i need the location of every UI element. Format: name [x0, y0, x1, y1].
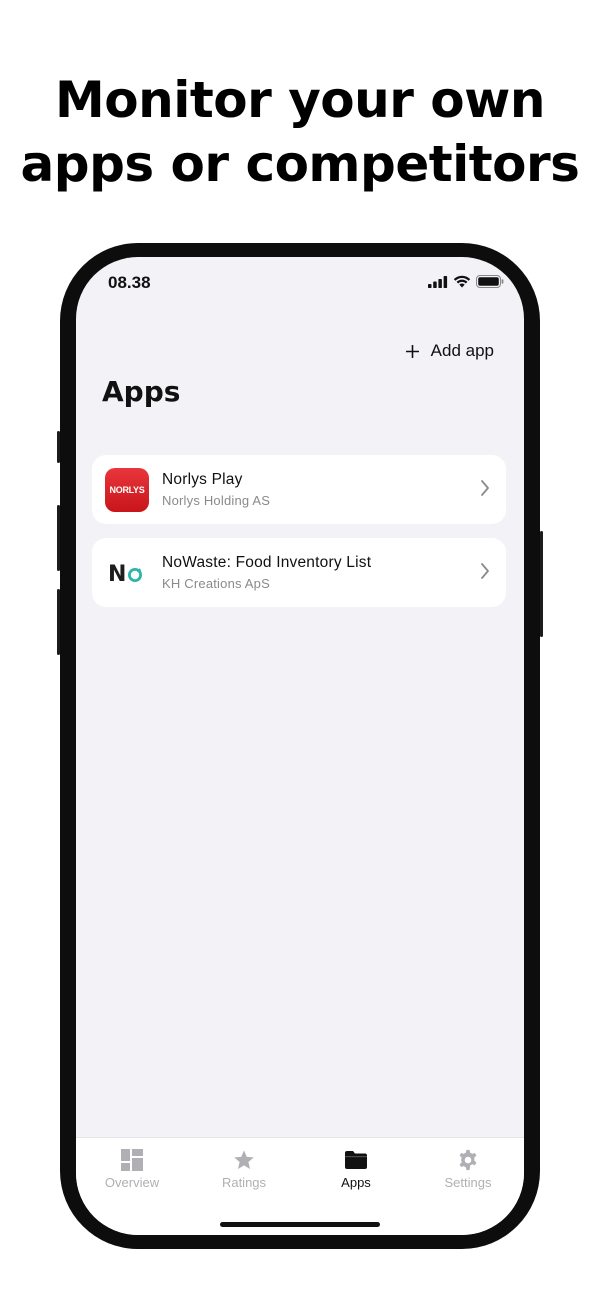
- app-name: Norlys Play: [162, 471, 243, 488]
- tab-bar: Overview Ratings Apps Settings: [76, 1137, 524, 1235]
- headline-line-2: apps or competitors: [20, 135, 580, 193]
- app-list: NORLYS Norlys Play Norlys Holding AS N N…: [92, 455, 506, 621]
- add-app-button[interactable]: Add app: [405, 341, 494, 361]
- phone-frame: 08.38 Add app Apps NORLYS Norlys Play No…: [57, 243, 543, 1249]
- folder-icon: [345, 1151, 367, 1169]
- home-indicator: [220, 1222, 380, 1227]
- page-title: Apps: [102, 375, 181, 408]
- tab-label: Settings: [444, 1175, 492, 1190]
- norlys-icon-text: NORLYS: [109, 484, 145, 495]
- tab-apps[interactable]: Apps: [300, 1148, 412, 1190]
- silent-switch: [57, 431, 60, 463]
- status-bar: 08.38: [76, 257, 524, 317]
- app-name: NoWaste: Food Inventory List: [162, 554, 372, 571]
- app-developer: Norlys Holding AS: [162, 493, 271, 508]
- dashboard-icon: [121, 1149, 143, 1171]
- power-button: [540, 531, 543, 637]
- tab-settings[interactable]: Settings: [412, 1148, 524, 1190]
- app-row-nowaste[interactable]: N NoWaste: Food Inventory List KH Creati…: [92, 538, 506, 607]
- nowaste-app-icon: N: [105, 550, 149, 595]
- add-app-label: Add app: [430, 341, 494, 360]
- tab-overview[interactable]: Overview: [76, 1148, 188, 1190]
- tab-label: Apps: [341, 1175, 371, 1190]
- app-developer: KH Creations ApS: [162, 576, 270, 591]
- app-row-norlys-play[interactable]: NORLYS Norlys Play Norlys Holding AS: [92, 455, 506, 524]
- star-icon: [234, 1150, 254, 1169]
- app-info: NoWaste: Food Inventory List KH Creation…: [162, 554, 506, 591]
- tab-ratings[interactable]: Ratings: [188, 1148, 300, 1190]
- battery-icon: [476, 275, 504, 288]
- gear-icon: [459, 1149, 477, 1171]
- volume-down-button: [57, 589, 60, 655]
- plus-icon: [405, 344, 419, 358]
- status-icons: [428, 275, 504, 288]
- app-screen: 08.38 Add app Apps NORLYS Norlys Play No…: [76, 257, 524, 1235]
- status-time: 08.38: [108, 273, 151, 292]
- volume-up-button: [57, 505, 60, 571]
- svg-text:N: N: [108, 562, 126, 585]
- chevron-right-icon: [481, 480, 489, 496]
- tab-label: Ratings: [221, 1175, 267, 1190]
- tab-label: Overview: [104, 1175, 160, 1190]
- wifi-icon: [453, 275, 471, 288]
- app-info: Norlys Play Norlys Holding AS: [162, 471, 506, 508]
- chevron-right-icon: [481, 563, 489, 579]
- headline-line-1: Monitor your own: [55, 71, 545, 129]
- nowaste-logo-icon: N: [108, 562, 142, 585]
- cellular-signal-icon: [428, 275, 448, 288]
- promo-headline: Monitor your own apps or competitors: [0, 68, 600, 196]
- norlys-app-icon: NORLYS: [105, 467, 149, 512]
